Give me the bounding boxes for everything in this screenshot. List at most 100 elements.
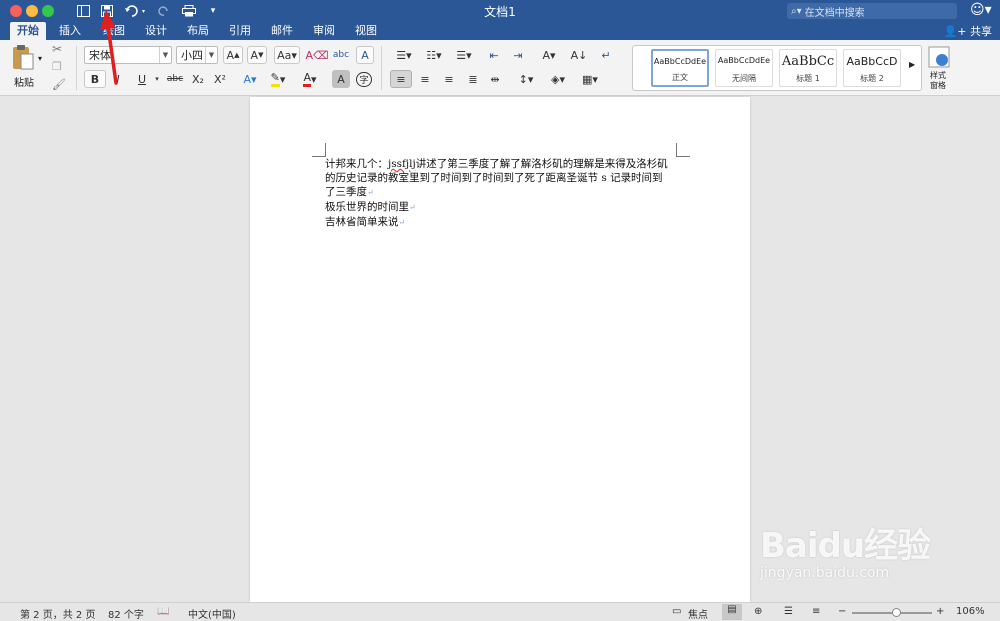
tab-review[interactable]: 审阅 bbox=[306, 22, 342, 40]
font-size-value: 小四 bbox=[181, 49, 203, 62]
tab-insert[interactable]: 插入 bbox=[52, 22, 88, 40]
multilevel-list-icon[interactable]: ☰▾ bbox=[450, 46, 478, 64]
tab-view[interactable]: 视图 bbox=[348, 22, 384, 40]
chevron-down-icon: ▼ bbox=[205, 47, 217, 63]
paragraph-mark-icon: ↵ bbox=[398, 218, 406, 227]
customize-toolbar-icon[interactable]: ▾ bbox=[206, 2, 220, 20]
print-icon[interactable] bbox=[180, 2, 198, 20]
ribbon: ▾ 粘贴 ✂ ❐ 🖌 宋体 ▼ 小四 ▼ A ▲ A ▼ Aa▾ A⌫ abc A … bbox=[0, 40, 1000, 96]
maximize-window-button[interactable] bbox=[42, 5, 54, 17]
enclose-characters-button[interactable]: 字 bbox=[354, 70, 374, 88]
tab-references[interactable]: 引用 bbox=[222, 22, 258, 40]
tab-mailings[interactable]: 邮件 bbox=[264, 22, 300, 40]
tab-draw[interactable]: 绘图 bbox=[96, 22, 132, 40]
text-effects-icon[interactable]: A▾ bbox=[238, 70, 262, 88]
proofing-icon[interactable]: 📖 bbox=[157, 606, 169, 617]
copy-icon[interactable]: ❐ bbox=[52, 60, 62, 73]
draft-view-icon[interactable]: ≡ bbox=[812, 606, 820, 617]
tab-layout[interactable]: 布局 bbox=[180, 22, 216, 40]
zoom-in-button[interactable]: + bbox=[936, 606, 944, 617]
format-painter-icon[interactable]: 🖌 bbox=[52, 78, 66, 91]
paste-dropdown-icon[interactable]: ▾ bbox=[38, 54, 42, 63]
print-layout-view-icon[interactable]: ▤ bbox=[722, 604, 742, 620]
zoom-level[interactable]: 106% bbox=[956, 606, 985, 617]
zoom-slider-handle[interactable] bbox=[892, 608, 901, 617]
underline-button[interactable]: U bbox=[132, 70, 152, 88]
paragraph-3: 吉林省简单来说↵ bbox=[325, 215, 673, 230]
sidebar-toggle-icon[interactable] bbox=[74, 2, 92, 20]
focus-mode-icon[interactable]: ▭ bbox=[672, 606, 681, 617]
font-name-select[interactable]: 宋体 ▼ bbox=[84, 46, 172, 64]
justify-button[interactable]: ≣ bbox=[462, 70, 484, 88]
divider bbox=[381, 46, 382, 90]
subscript-button[interactable]: X₂ bbox=[188, 70, 208, 88]
align-left-button[interactable]: ≡ bbox=[390, 70, 412, 88]
font-color-icon[interactable]: A ▾ bbox=[296, 70, 324, 88]
style-normal[interactable]: AaBbCcDdEe 正文 bbox=[651, 49, 709, 87]
language-indicator[interactable]: 中文(中国) bbox=[188, 606, 236, 621]
tab-design[interactable]: 设计 bbox=[138, 22, 174, 40]
underline-dropdown-icon[interactable]: ▾ bbox=[152, 70, 162, 88]
style-heading-1[interactable]: AaBbCc 标题 1 bbox=[779, 49, 837, 87]
search-input[interactable]: ⌕▾ 在文档中搜索 bbox=[787, 3, 957, 19]
italic-button[interactable]: I bbox=[108, 70, 128, 88]
tab-home[interactable]: 开始 bbox=[10, 22, 46, 40]
save-icon[interactable] bbox=[98, 2, 116, 20]
document-page[interactable]: 计邦来几个：jssfjlj讲述了第三季度了解了解洛杉矶的理解是来得及洛杉矶的历史… bbox=[250, 97, 750, 602]
cut-icon[interactable]: ✂ bbox=[52, 42, 62, 56]
style-heading-2[interactable]: AaBbCcD 标题 2 bbox=[843, 49, 901, 87]
document-body[interactable]: 计邦来几个：jssfjlj讲述了第三季度了解了解洛杉矶的理解是来得及洛杉矶的历史… bbox=[325, 157, 673, 230]
clear-formatting-icon[interactable]: A⌫ bbox=[305, 46, 328, 64]
style-name: 标题 1 bbox=[796, 74, 820, 83]
grow-font-button[interactable]: A ▲ bbox=[223, 46, 243, 64]
style-no-spacing[interactable]: AaBbCcDdEe 无间隔 bbox=[715, 49, 773, 87]
show-formatting-icon[interactable]: ↵ bbox=[596, 46, 616, 64]
shading-icon[interactable]: ◈▾ bbox=[544, 70, 572, 88]
styles-pane-button[interactable] bbox=[928, 46, 952, 70]
zoom-slider[interactable] bbox=[852, 608, 932, 617]
increase-indent-icon[interactable]: ⇥ bbox=[508, 46, 528, 64]
highlight-icon[interactable]: ✎ ▾ bbox=[264, 70, 292, 88]
bullets-icon[interactable]: ☰▾ bbox=[390, 46, 418, 64]
numbering-icon[interactable]: ☷▾ bbox=[420, 46, 448, 64]
paste-button[interactable] bbox=[10, 44, 38, 74]
strikethrough-button[interactable]: abc bbox=[164, 70, 186, 88]
focus-mode-label[interactable]: 焦点 bbox=[688, 606, 708, 621]
paragraph-1-text-start: 计邦来几个： bbox=[325, 158, 388, 170]
bold-button[interactable]: B bbox=[84, 70, 106, 88]
shrink-font-button[interactable]: A ▼ bbox=[247, 46, 267, 64]
feedback-smiley-icon[interactable]: ☺▾ bbox=[970, 2, 992, 18]
distributed-align-button[interactable]: ⇹ bbox=[484, 70, 506, 88]
undo-icon[interactable] bbox=[122, 2, 150, 20]
word-count[interactable]: 82 个字 bbox=[108, 606, 144, 621]
decrease-indent-icon[interactable]: ⇤ bbox=[484, 46, 504, 64]
character-shading-icon[interactable]: A bbox=[332, 70, 350, 88]
share-button[interactable]: 👤+ 共享 bbox=[944, 23, 992, 39]
styles-more-icon[interactable]: ▶ bbox=[909, 60, 915, 69]
font-size-select[interactable]: 小四 ▼ bbox=[176, 46, 218, 64]
align-right-button[interactable]: ≡ bbox=[438, 70, 460, 88]
character-border-icon[interactable]: A bbox=[356, 46, 374, 64]
spelling-error[interactable]: jssfjlj bbox=[388, 158, 416, 170]
sort-icon[interactable]: A↓ bbox=[568, 46, 590, 64]
minimize-window-button[interactable] bbox=[26, 5, 38, 17]
style-sample: AaBbCc bbox=[781, 54, 835, 69]
page-count[interactable]: 第 2 页，共 2 页 bbox=[20, 606, 95, 621]
web-layout-view-icon[interactable]: ⊕ bbox=[754, 606, 762, 617]
zoom-out-button[interactable]: − bbox=[838, 606, 846, 617]
style-name: 标题 2 bbox=[860, 74, 884, 83]
paragraph-mark-icon: ↵ bbox=[409, 203, 416, 212]
borders-icon[interactable]: ▦▾ bbox=[576, 70, 604, 88]
outline-view-icon[interactable]: ☰ bbox=[784, 606, 793, 617]
change-case-button[interactable]: Aa▾ bbox=[274, 46, 300, 64]
paste-icon bbox=[13, 45, 34, 70]
line-spacing-icon[interactable]: ↕▾ bbox=[512, 70, 540, 88]
text-direction-icon[interactable]: A▾ bbox=[536, 46, 562, 64]
align-center-button[interactable]: ≡ bbox=[414, 70, 436, 88]
close-window-button[interactable] bbox=[10, 5, 22, 17]
search-icon: ⌕▾ bbox=[791, 5, 802, 17]
margin-marker-top-left bbox=[312, 143, 326, 157]
phonetic-guide-icon[interactable]: abc bbox=[330, 46, 352, 64]
redo-icon[interactable] bbox=[156, 2, 172, 20]
superscript-button[interactable]: X² bbox=[210, 70, 230, 88]
